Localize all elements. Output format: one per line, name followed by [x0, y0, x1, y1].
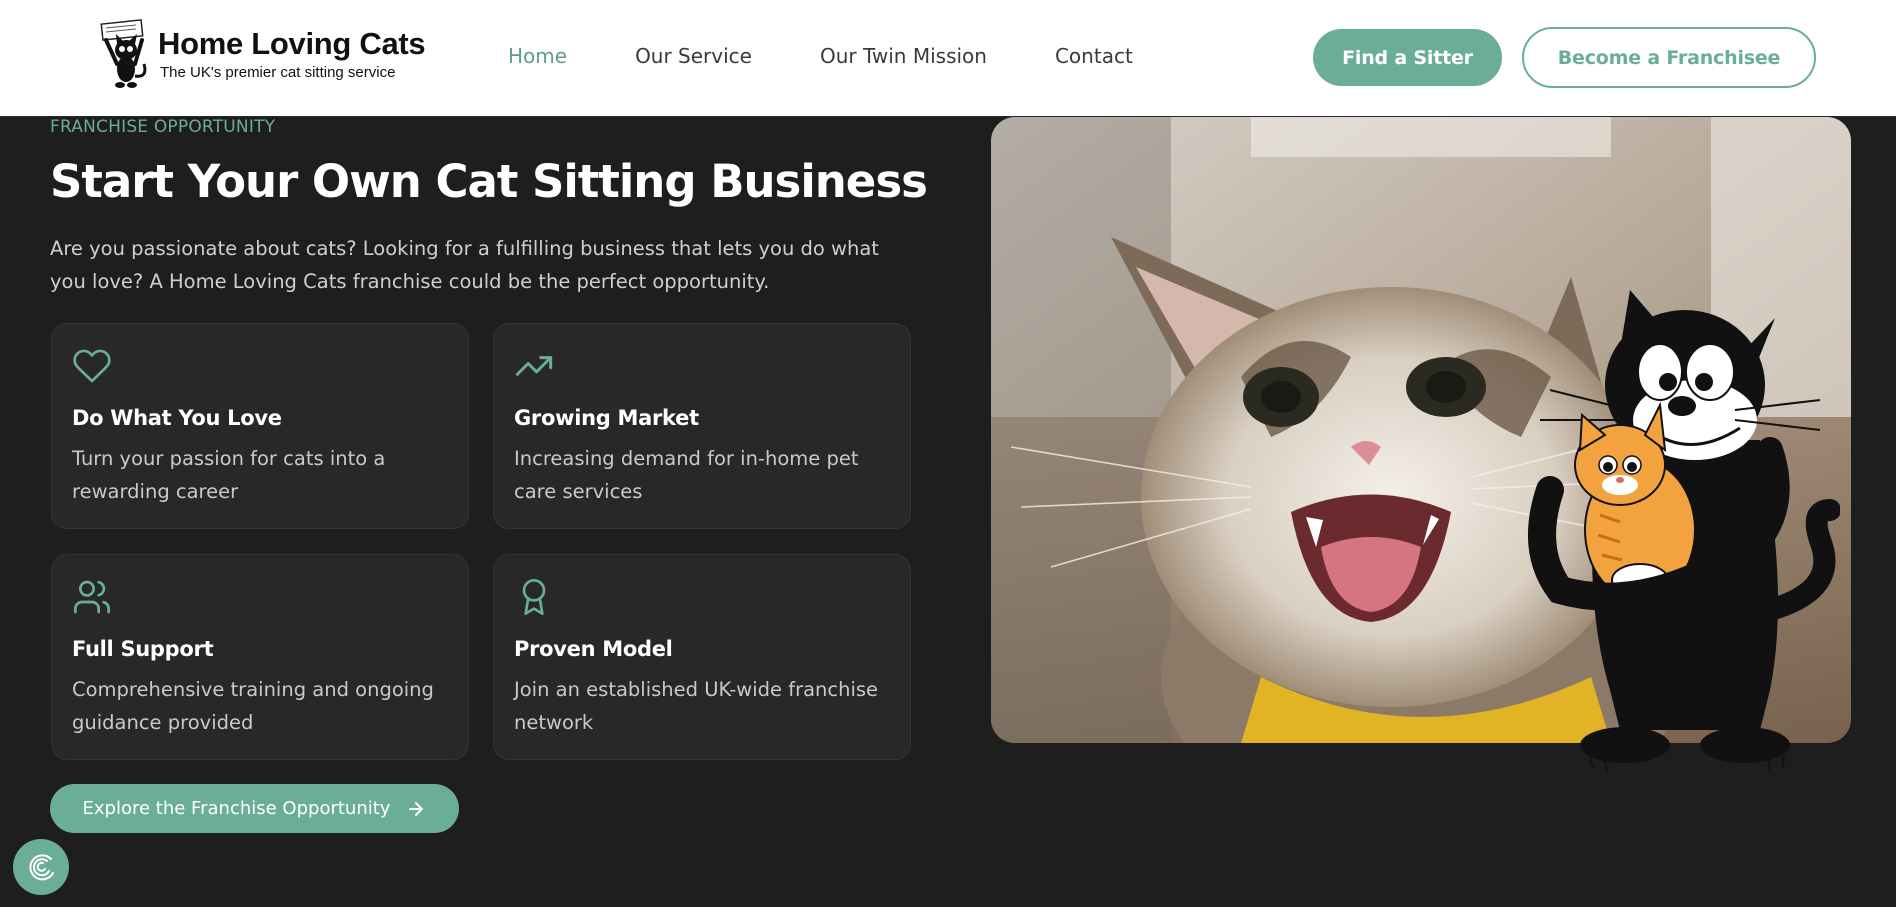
become-franchisee-button[interactable]: Become a Franchisee	[1522, 27, 1816, 88]
section-eyebrow: FRANCHISE OPPORTUNITY	[50, 117, 276, 137]
feature-title: Proven Model	[514, 637, 673, 661]
feature-card: Do What You Love Turn your passion for c…	[51, 323, 469, 529]
explore-franchise-label: Explore the Franchise Opportunity	[82, 798, 391, 819]
chat-swirl-icon	[29, 854, 54, 881]
chat-widget-button[interactable]	[13, 839, 69, 895]
site-logo[interactable]: Home Loving Cats The UK's premier cat si…	[96, 18, 426, 90]
nav-home[interactable]: Home	[508, 44, 567, 68]
nav-contact[interactable]: Contact	[1055, 44, 1133, 68]
logo-tagline: The UK's premier cat sitting service	[160, 64, 396, 81]
logo-cat-icon	[96, 18, 154, 90]
feature-title: Do What You Love	[72, 406, 282, 430]
intro-text: Are you passionate about cats? Looking f…	[50, 237, 879, 293]
page-title: Start Your Own Cat Sitting Business	[50, 155, 928, 208]
nav-our-service[interactable]: Our Service	[635, 44, 752, 68]
explore-franchise-button[interactable]: Explore the Franchise Opportunity	[50, 784, 459, 833]
feature-description: Turn your passion for cats into a reward…	[72, 447, 386, 503]
logo-title: Home Loving Cats	[158, 26, 426, 61]
main-nav: Home Our Service Our Twin Mission Contac…	[508, 44, 1201, 68]
award-icon	[514, 577, 554, 617]
arrow-right-icon	[409, 801, 424, 816]
trending-up-icon	[514, 346, 554, 386]
site-header: Home Loving Cats The UK's premier cat si…	[0, 0, 1896, 117]
heart-icon	[72, 346, 112, 386]
mascot-cats-illustration	[1520, 290, 1841, 790]
feature-description: Join an established UK-wide franchise ne…	[514, 678, 879, 734]
feature-card: Proven Model Join an established UK-wide…	[493, 554, 911, 760]
feature-description: Comprehensive training and ongoing guida…	[72, 678, 434, 734]
find-a-sitter-button[interactable]: Find a Sitter	[1313, 29, 1502, 86]
feature-card: Full Support Comprehensive training and …	[51, 554, 469, 760]
users-icon	[72, 577, 112, 617]
feature-description: Increasing demand for in-home pet care s…	[514, 447, 859, 503]
feature-card: Growing Market Increasing demand for in-…	[493, 323, 911, 529]
feature-title: Growing Market	[514, 406, 699, 430]
nav-our-twin-mission[interactable]: Our Twin Mission	[820, 44, 987, 68]
feature-title: Full Support	[72, 637, 214, 661]
